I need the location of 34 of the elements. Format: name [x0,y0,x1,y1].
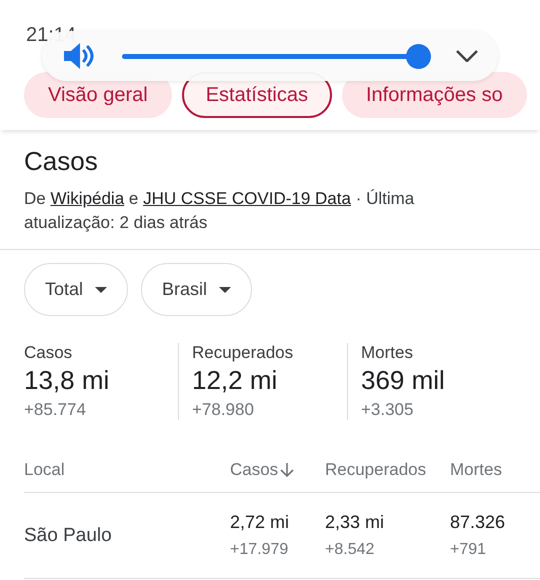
table-cell-text: 2,72 mi [230,512,290,533]
filter-dropdown[interactable]: Brasil [141,263,252,316]
column-header[interactable]: Local [24,460,230,480]
stat-label: Recuperados [192,343,294,363]
table-cell-text: +17.979 [230,541,290,559]
speaker-icon[interactable] [64,43,96,69]
status-time: 21:14 [26,24,76,46]
table-cell-text: 87.326 [450,512,506,533]
stat-value: 12,2 mi [192,365,278,396]
stat-value: 369 mil [361,365,446,396]
filter-dropdown[interactable]: Total [24,263,128,316]
column-header[interactable]: Recuperados [325,460,450,480]
chevron-down-icon[interactable] [456,50,478,62]
stat-delta: +85.774 [24,400,87,420]
column-header[interactable]: Mortes [450,460,540,480]
source-link[interactable]: JHU CSSE COVID-19 Data [143,189,351,208]
column-header[interactable]: Casos [230,460,325,480]
table-cell-text: +8.542 [325,541,376,559]
table-cell-text: 2,33 mi [325,512,386,533]
stat-label: Casos [24,343,74,363]
stat-value: 13,8 mi [24,365,110,396]
section-title: Casos [24,146,99,177]
source-text: De Wikipédia e JHU CSSE COVID-19 Data · Última atualização: 2 dias atrás [24,188,416,234]
stat-label: Mortes [361,343,414,363]
table-cell-text: São Paulo [24,524,113,546]
sort-arrow-icon [280,462,294,478]
stat-delta: +78.980 [192,400,255,420]
stat-delta: +3.305 [361,400,414,420]
caret-icon [219,286,232,292]
volume-thumb[interactable] [406,44,431,68]
volume-slider[interactable] [122,44,430,68]
source-link[interactable]: Wikipédia [50,189,124,208]
caret-icon [95,286,108,292]
table-cell-text: +791 [450,541,488,559]
